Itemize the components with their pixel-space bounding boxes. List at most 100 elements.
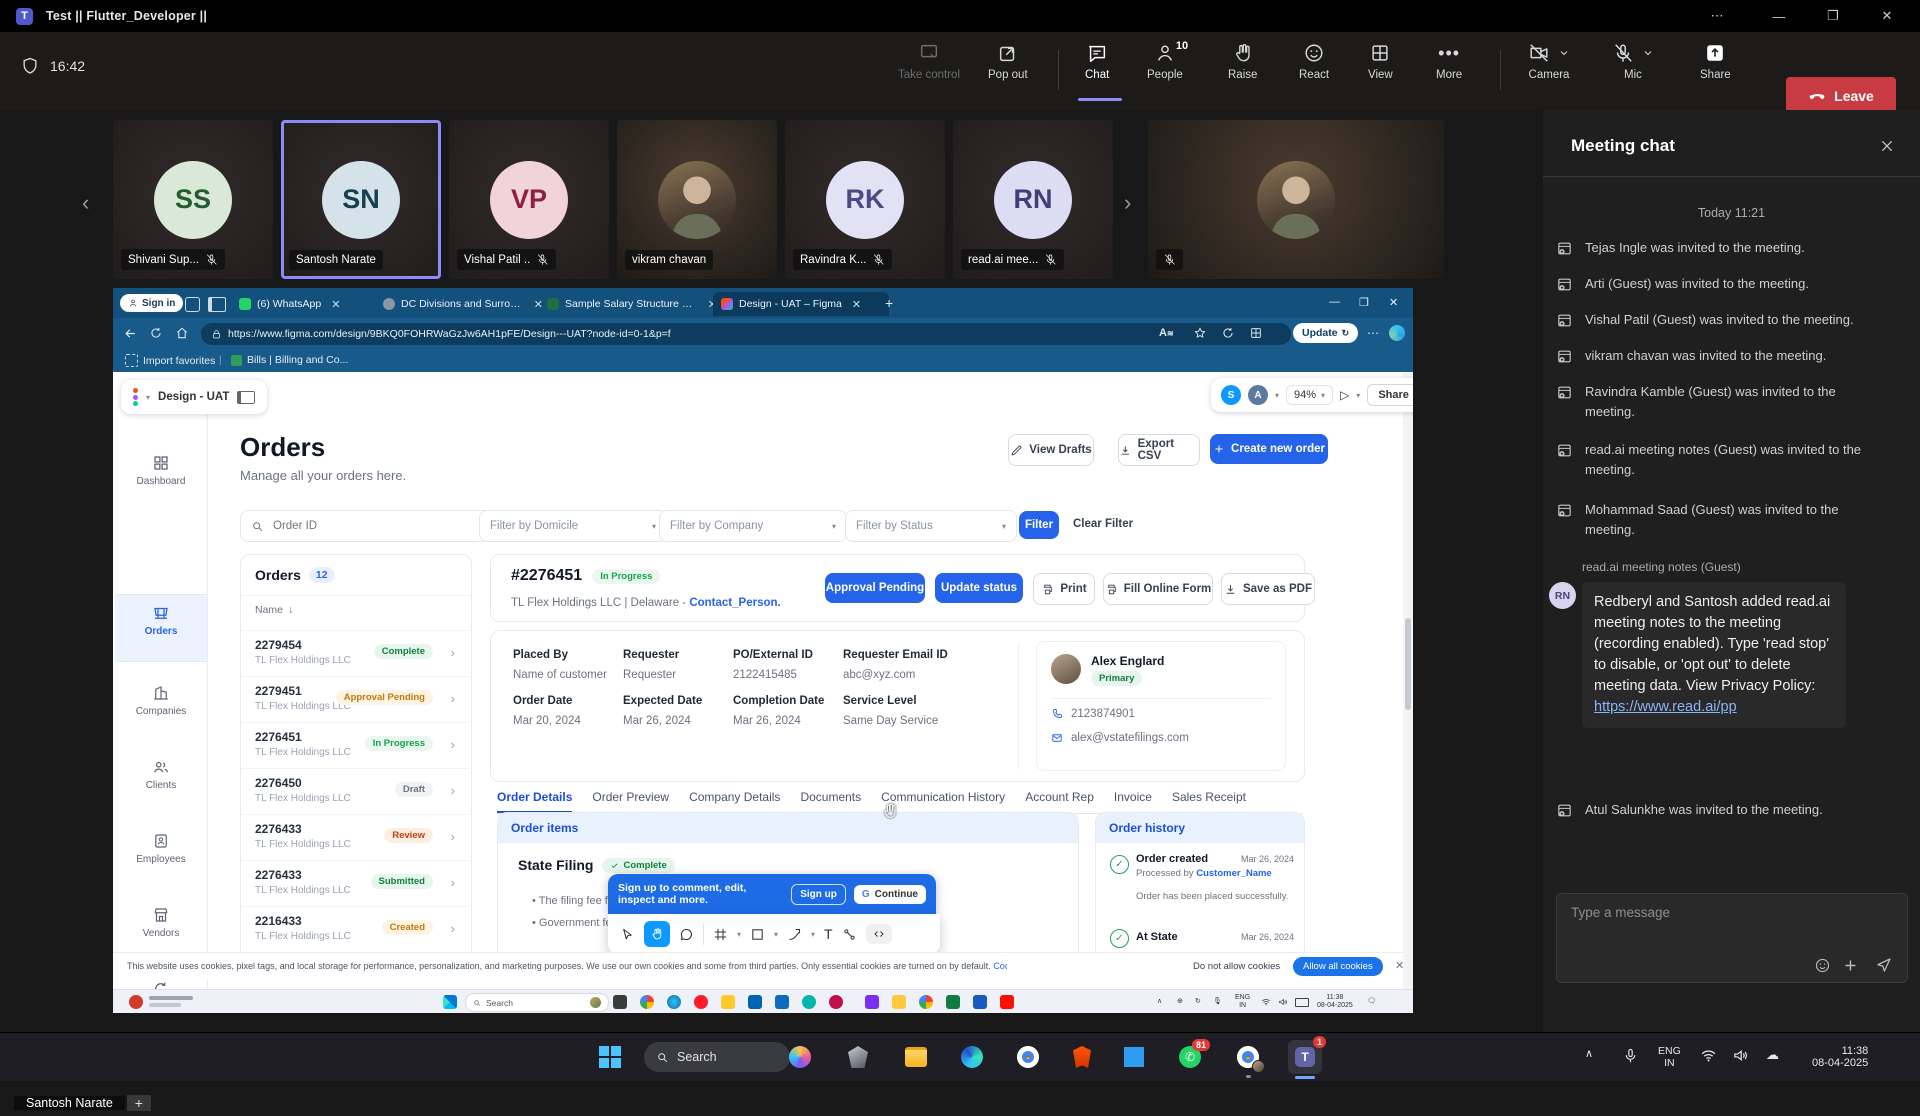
collaborator-avatar[interactable]: S (1221, 385, 1241, 405)
remote-clock[interactable]: 11:3808-04-2025 (1317, 994, 1353, 1010)
browser-minimize-icon[interactable]: — (1329, 296, 1340, 308)
view-button[interactable]: View (1368, 42, 1393, 81)
browser-tab[interactable]: DC Divisions and Surroundings✕ (375, 292, 551, 316)
remote-notification-icon[interactable]: 🗨 (1367, 998, 1376, 1006)
app-icon-dark[interactable] (844, 1043, 872, 1071)
camera-button[interactable]: Camera (1528, 42, 1570, 81)
customer-name-link[interactable]: Customer_Name (1196, 868, 1272, 879)
remote-tray-mic-icon[interactable]: 🎙 (1213, 998, 1222, 1006)
read-aloud-icon[interactable]: A≋ (1159, 327, 1174, 339)
tab-order-preview[interactable]: Order Preview (592, 790, 669, 804)
update-status-button[interactable]: Update status (935, 573, 1023, 603)
text-tool-icon[interactable]: T (824, 926, 833, 942)
browser-tab-active[interactable]: Design - UAT – Figma✕ (713, 292, 889, 316)
tab-sales-receipt[interactable]: Sales Receipt (1172, 790, 1246, 804)
save-as-pdf-button[interactable]: Save as PDF (1221, 573, 1315, 605)
scrollbar-thumb[interactable] (1405, 618, 1411, 710)
cookie-settings-link[interactable]: Cookies settings (993, 961, 1007, 971)
remote-taskbar-app-icon[interactable] (829, 995, 843, 1009)
remote-taskbar-app-icon[interactable] (721, 995, 735, 1009)
remote-taskbar-app-icon[interactable] (946, 995, 960, 1009)
order-row[interactable]: 2279451TL Flex Holdings LLC Approval Pen… (241, 676, 469, 723)
figma-share-button[interactable]: Share (1367, 384, 1413, 406)
pen-tool-icon[interactable] (787, 927, 802, 942)
participant-tile[interactable]: SN Santosh Narate (281, 120, 441, 279)
order-id-input[interactable] (271, 519, 425, 533)
tab-order-details[interactable]: Order Details (497, 790, 572, 813)
taskbar-search[interactable]: Search (644, 1042, 790, 1072)
mic-chevron-icon[interactable] (1642, 47, 1654, 59)
browser-close-icon[interactable]: ✕ (1389, 296, 1398, 309)
participant-tile[interactable]: RK Ravindra K... (785, 120, 945, 279)
vscode-icon[interactable] (1120, 1043, 1148, 1071)
filter-apply-button[interactable]: Filter (1019, 511, 1059, 539)
allow-cookies-button[interactable]: Allow all cookies (1293, 957, 1383, 976)
tab-invoice[interactable]: Invoice (1114, 790, 1152, 804)
sidebar-item-companies[interactable]: Companies (115, 684, 207, 717)
bookmark-item[interactable]: Bills | Billing and Co... (231, 354, 348, 366)
privacy-policy-link[interactable]: https://www.read.ai/pp (1594, 699, 1737, 715)
share-button[interactable]: Share (1700, 42, 1731, 81)
collections-icon[interactable] (1249, 326, 1263, 340)
browser-update-button[interactable]: Update ↻ (1293, 323, 1358, 343)
tab-close-icon[interactable]: ✕ (852, 298, 861, 311)
emoji-icon[interactable] (1814, 957, 1831, 974)
close-button[interactable]: ✕ (1872, 0, 1902, 32)
new-tab-icon[interactable]: + (885, 295, 893, 311)
shape-tool-icon[interactable] (750, 927, 765, 942)
tab-company-details[interactable]: Company Details (689, 790, 780, 804)
tray-volume-icon[interactable] (1732, 1047, 1749, 1064)
home-icon[interactable] (175, 326, 189, 340)
react-button[interactable]: React (1299, 42, 1329, 81)
raise-hand-button[interactable]: Raise (1228, 42, 1257, 81)
browser-restore-icon[interactable]: ❐ (1359, 296, 1369, 309)
browser-tab[interactable]: Sample Salary Structure with calc✕ (539, 292, 725, 316)
collaborators-chevron-icon[interactable]: ▾ (1275, 391, 1279, 400)
send-icon[interactable] (1875, 956, 1893, 974)
teams-taskbar-icon[interactable]: T 1 (1288, 1040, 1322, 1074)
filter-domicile-dropdown[interactable]: Filter by Domicile▾ (479, 510, 667, 542)
chat-message-input[interactable] (1569, 904, 1873, 921)
measure-tool-icon[interactable] (842, 927, 857, 942)
order-row[interactable]: 2276433TL Flex Holdings LLC Review › (241, 814, 469, 861)
remote-taskbar-app-icon[interactable] (667, 995, 681, 1009)
sidebar-item-employees[interactable]: Employees (115, 832, 207, 865)
whatsapp-icon[interactable]: ✆ 81 (1176, 1043, 1204, 1071)
chrome-profile-icon[interactable] (1234, 1043, 1262, 1071)
tab-documents[interactable]: Documents (800, 790, 861, 804)
remote-battery-icon[interactable] (1295, 998, 1309, 1007)
remote-taskbar-app-icon[interactable] (748, 995, 762, 1009)
sidebar-item-dashboard[interactable]: Dashboard (115, 454, 207, 487)
chat-close-icon[interactable] (1879, 138, 1895, 154)
present-play-icon[interactable]: ▷ (1340, 388, 1349, 402)
people-button[interactable]: 10 People (1147, 42, 1183, 81)
remote-taskbar-app-icon[interactable] (892, 995, 906, 1009)
sidebar-item-clients[interactable]: Clients (115, 758, 207, 791)
fill-online-form-button[interactable]: Fill Online Form (1103, 573, 1213, 605)
filter-status-dropdown[interactable]: Filter by Status▾ (845, 510, 1017, 542)
pop-out-button[interactable]: Pop out (988, 42, 1028, 81)
tray-clock[interactable]: 11:3808-04-2025 (1812, 1045, 1868, 1069)
order-row[interactable]: 2216433TL Flex Holdings LLC Created › (241, 906, 469, 953)
view-drafts-button[interactable]: View Drafts (1008, 434, 1094, 466)
sync-icon[interactable] (1221, 326, 1235, 340)
browser-signin-button[interactable]: Sign in (120, 294, 183, 312)
remote-tray-chevron-icon[interactable]: ∧ (1157, 998, 1162, 1006)
order-row[interactable]: 2276450TL Flex Holdings LLC Draft › (241, 768, 469, 815)
favorite-star-icon[interactable] (1193, 326, 1207, 340)
chat-button[interactable]: Chat (1085, 42, 1109, 81)
tiles-scroll-left-icon[interactable]: ‹ (82, 190, 89, 216)
figma-menu-chevron-icon[interactable]: ▾ (146, 393, 150, 402)
export-csv-button[interactable]: Export CSV (1118, 434, 1200, 466)
participant-tile[interactable]: SS Shivani Sup... (113, 120, 273, 279)
tab-actions-icon[interactable] (208, 297, 226, 312)
presenter-pin-icon[interactable]: + (127, 1095, 151, 1111)
attach-plus-icon[interactable] (1842, 957, 1859, 974)
browser-copilot-icon[interactable] (185, 297, 200, 312)
copilot-icon[interactable] (786, 1043, 814, 1071)
remote-search-box[interactable]: Search (465, 993, 609, 1012)
address-bar[interactable]: https://www.figma.com/design/9BKQ0FOHRWa… (201, 323, 1291, 345)
contact-person-link[interactable]: Contact_Person. (689, 597, 780, 609)
remote-taskbar-app-icon[interactable] (919, 995, 933, 1009)
back-icon[interactable] (123, 326, 138, 341)
